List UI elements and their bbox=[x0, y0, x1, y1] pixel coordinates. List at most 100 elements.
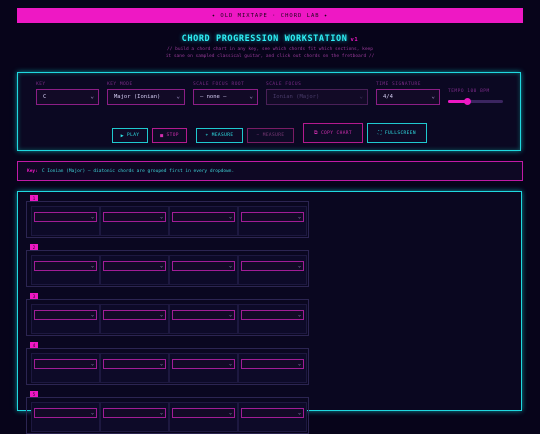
time-signature-label: TIME SIGNATURE bbox=[376, 82, 421, 87]
key-info-text: C Ionian (Major) — diatonic chords are g… bbox=[41, 168, 235, 174]
chord-select[interactable]: ⌄ bbox=[103, 212, 166, 222]
chord-select[interactable]: ⌄ bbox=[34, 310, 97, 320]
time-signature-select[interactable]: 4/4 ⌄ bbox=[376, 89, 440, 105]
stop-button-label: STOP bbox=[166, 133, 179, 138]
scale-focus-select[interactable]: Ionian (Major) ⌄ bbox=[266, 89, 368, 105]
chevron-down-icon: ⌄ bbox=[159, 361, 163, 367]
chord-select[interactable]: ⌄ bbox=[103, 310, 166, 320]
scale-focus-root-value: — none — bbox=[200, 94, 227, 100]
beat-slot: ⌄ bbox=[31, 304, 100, 334]
chord-select[interactable]: ⌄ bbox=[172, 408, 235, 418]
chevron-down-icon: ⌄ bbox=[228, 312, 232, 318]
chord-select[interactable]: ⌄ bbox=[34, 359, 97, 369]
measure: ⌄ ⌄ ⌄ ⌄ 3 bbox=[26, 293, 309, 336]
key-mode-select-value: Major (Ionian) bbox=[114, 94, 161, 100]
chevron-down-icon: ⌄ bbox=[176, 93, 180, 100]
play-button-label: PLAY bbox=[126, 133, 140, 138]
chord-select[interactable]: ⌄ bbox=[172, 261, 235, 271]
chevron-down-icon: ⌄ bbox=[228, 263, 232, 269]
measure: ⌄ ⌄ ⌄ ⌄ 2 bbox=[26, 244, 309, 287]
chord-select[interactable]: ⌄ bbox=[172, 310, 235, 320]
beat-slot: ⌄ bbox=[238, 353, 307, 383]
beat-slot: ⌄ bbox=[100, 353, 169, 383]
chevron-down-icon: ⌄ bbox=[359, 93, 363, 100]
chord-select[interactable]: ⌄ bbox=[34, 408, 97, 418]
top-banner: ✦ OLD MIXTAPE · CHORD LAB ✦ bbox=[17, 8, 523, 23]
time-signature-value: 4/4 bbox=[383, 94, 393, 100]
chord-select[interactable]: ⌄ bbox=[103, 359, 166, 369]
beat-slot: ⌄ bbox=[169, 206, 238, 236]
chevron-down-icon: ⌄ bbox=[159, 312, 163, 318]
chevron-down-icon: ⌄ bbox=[90, 312, 94, 318]
chord-select[interactable]: ⌄ bbox=[172, 212, 235, 222]
beat-slot: ⌄ bbox=[169, 255, 238, 285]
beat-slot: ⌄ bbox=[31, 206, 100, 236]
measure-number: 1 bbox=[30, 195, 38, 201]
version-badge: v1 bbox=[350, 37, 359, 43]
chevron-down-icon: ⌄ bbox=[228, 361, 232, 367]
chord-select[interactable]: ⌄ bbox=[34, 212, 97, 222]
chord-select[interactable]: ⌄ bbox=[241, 359, 304, 369]
fullscreen-icon: ⛶ bbox=[378, 130, 382, 136]
chevron-down-icon: ⌄ bbox=[297, 361, 301, 367]
subtitle-line: it sane on sampled classical guitar, and… bbox=[165, 54, 375, 59]
page-title: CHORD PROGRESSION WORKSTATION v1 bbox=[0, 34, 540, 44]
chevron-down-icon: ⌄ bbox=[159, 263, 163, 269]
play-icon: ▶ bbox=[120, 132, 124, 139]
beat-slot: ⌄ bbox=[100, 304, 169, 334]
subtitle-line: // build a chord chart in any key, see w… bbox=[167, 47, 373, 52]
chevron-down-icon: ⌄ bbox=[159, 214, 163, 220]
add-measure-button[interactable]: + MEASURE bbox=[196, 128, 243, 143]
chord-select[interactable]: ⌄ bbox=[103, 261, 166, 271]
beat-slot: ⌄ bbox=[238, 402, 307, 432]
chevron-down-icon: ⌄ bbox=[297, 410, 301, 416]
measure-number: 4 bbox=[30, 342, 38, 348]
copy-chart-button[interactable]: ⧉ COPY CHART bbox=[303, 123, 363, 143]
copy-icon: ⧉ bbox=[313, 130, 318, 136]
chevron-down-icon: ⌄ bbox=[90, 263, 94, 269]
measure-box: ⌄ ⌄ ⌄ ⌄ bbox=[26, 250, 309, 287]
stop-button[interactable]: ■ STOP bbox=[152, 128, 187, 143]
measure-number: 5 bbox=[30, 391, 38, 397]
beat-slot: ⌄ bbox=[169, 353, 238, 383]
stop-icon: ■ bbox=[160, 132, 164, 139]
measure-box: ⌄ ⌄ ⌄ ⌄ bbox=[26, 201, 309, 238]
key-label: KEY bbox=[36, 82, 46, 87]
chord-select[interactable]: ⌄ bbox=[241, 310, 304, 320]
key-mode-select[interactable]: Major (Ionian) ⌄ bbox=[107, 89, 185, 105]
beat-slot: ⌄ bbox=[100, 206, 169, 236]
fullscreen-button[interactable]: ⛶ FULLSCREEN bbox=[367, 123, 427, 143]
beat-slot: ⌄ bbox=[169, 402, 238, 432]
chevron-down-icon: ⌄ bbox=[90, 361, 94, 367]
add-measure-label: + MEASURE bbox=[205, 133, 234, 138]
chevron-down-icon: ⌄ bbox=[228, 410, 232, 416]
chord-select[interactable]: ⌄ bbox=[241, 261, 304, 271]
play-button[interactable]: ▶ PLAY bbox=[112, 128, 148, 143]
chevron-down-icon: ⌄ bbox=[90, 214, 94, 220]
key-select[interactable]: C ⌄ bbox=[36, 89, 99, 105]
chevron-down-icon: ⌄ bbox=[297, 312, 301, 318]
key-mode-label: KEY MODE bbox=[107, 82, 133, 87]
chord-select[interactable]: ⌄ bbox=[241, 408, 304, 418]
measure-box: ⌄ ⌄ ⌄ ⌄ bbox=[26, 397, 309, 434]
remove-measure-label: − MEASURE bbox=[256, 133, 285, 138]
measure-number: 3 bbox=[30, 293, 38, 299]
chord-select[interactable]: ⌄ bbox=[241, 212, 304, 222]
chevron-down-icon: ⌄ bbox=[431, 93, 435, 100]
remove-measure-button[interactable]: − MEASURE bbox=[247, 128, 294, 143]
measure: ⌄ ⌄ ⌄ ⌄ 1 bbox=[26, 195, 309, 238]
chord-select[interactable]: ⌄ bbox=[34, 261, 97, 271]
chevron-down-icon: ⌄ bbox=[159, 410, 163, 416]
chord-select[interactable]: ⌄ bbox=[103, 408, 166, 418]
tempo-label: TEMPO 100 BPM bbox=[448, 89, 490, 94]
measure: ⌄ ⌄ ⌄ ⌄ 5 bbox=[26, 391, 309, 434]
tempo-slider[interactable] bbox=[448, 98, 503, 105]
measure: ⌄ ⌄ ⌄ ⌄ 4 bbox=[26, 342, 309, 385]
measure-grid: ⌄ ⌄ ⌄ ⌄ 1 ⌄ ⌄ ⌄ ⌄ 2 ⌄ ⌄ ⌄ ⌄ 3 ⌄ ⌄ ⌄ ⌄ 4 ⌄ ⌄ ⌄ ⌄ 5 bbox=[17, 191, 522, 434]
chord-select[interactable]: ⌄ bbox=[172, 359, 235, 369]
beat-slot: ⌄ bbox=[100, 255, 169, 285]
chevron-down-icon: ⌄ bbox=[249, 93, 253, 100]
title-text: CHORD PROGRESSION WORKSTATION bbox=[181, 34, 348, 44]
scale-focus-root-select[interactable]: — none — ⌄ bbox=[193, 89, 258, 105]
chevron-down-icon: ⌄ bbox=[297, 263, 301, 269]
